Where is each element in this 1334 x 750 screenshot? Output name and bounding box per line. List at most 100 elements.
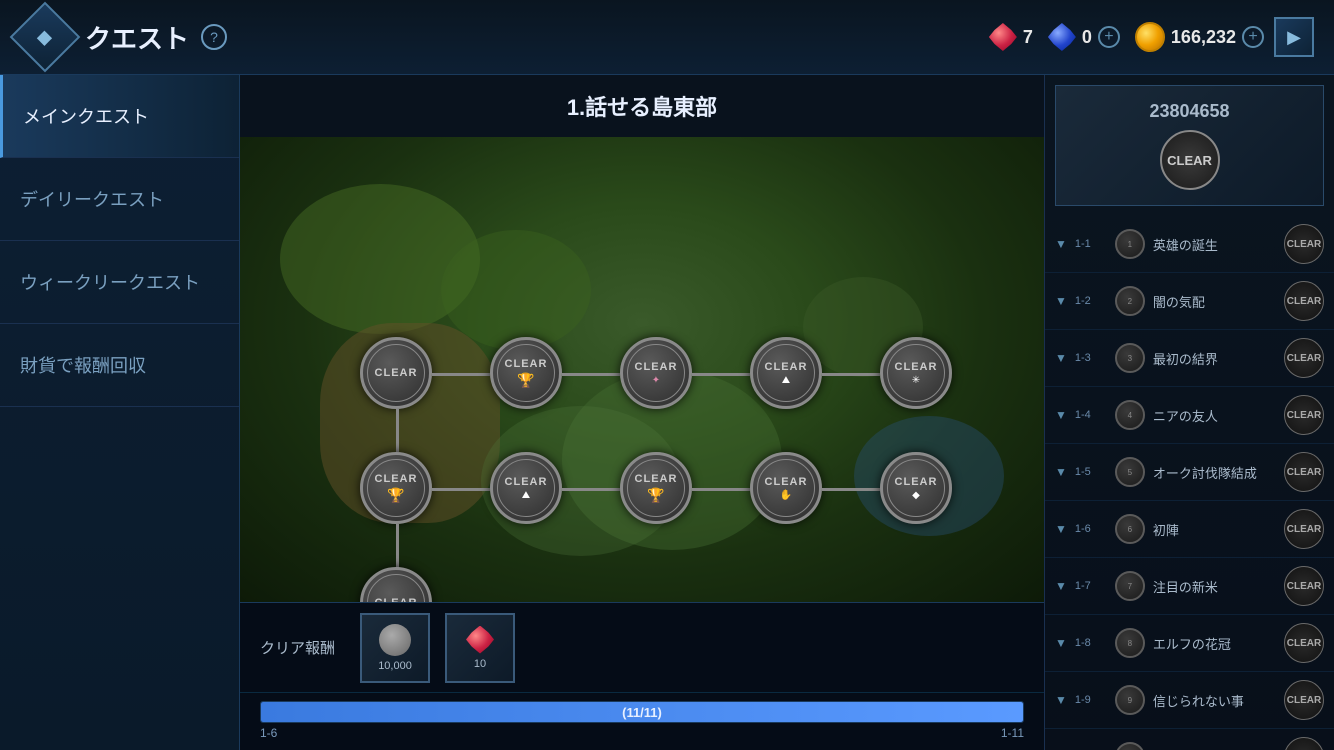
quest-node-icon: 7 xyxy=(1115,571,1145,601)
quest-node-icon: 9 xyxy=(1115,685,1145,715)
node-8[interactable]: CLEAR 🏆 xyxy=(620,452,692,524)
connector-7-8 xyxy=(562,488,620,491)
help-button[interactable]: ? xyxy=(201,24,227,50)
quest-num: 1-4 xyxy=(1075,409,1107,421)
sidebar-item-daily[interactable]: デイリークエスト xyxy=(0,158,239,241)
quest-node-icon: 2 xyxy=(1115,286,1145,316)
node-5[interactable]: CLEAR ✳ xyxy=(880,337,952,409)
quest-row[interactable]: ▼ 1-3 3 最初の結界 CLEAR xyxy=(1045,330,1334,387)
quest-node-icon: 5 xyxy=(1115,457,1145,487)
node-9[interactable]: CLEAR ✋ xyxy=(750,452,822,524)
featured-quest-id: 23804658 xyxy=(1149,101,1229,122)
add-gold-button[interactable]: + xyxy=(1242,26,1264,48)
quest-row[interactable]: ▼ 1-9 9 信じられない事 CLEAR xyxy=(1045,672,1334,729)
stone-count: 10,000 xyxy=(378,660,412,672)
quest-num: 1-7 xyxy=(1075,580,1107,592)
featured-clear-badge: CLEAR xyxy=(1160,130,1220,190)
connector-2-3 xyxy=(562,373,620,376)
quest-num: 1-9 xyxy=(1075,694,1107,706)
back-icon: ◆ xyxy=(37,24,52,49)
featured-quest[interactable]: 23804658 CLEAR xyxy=(1055,85,1324,206)
quest-num: 1-2 xyxy=(1075,295,1107,307)
quest-arrow: ▼ xyxy=(1055,636,1067,650)
quest-clear-badge: CLEAR xyxy=(1284,509,1324,549)
quest-row[interactable]: ▼ 1-6 6 初陣 CLEAR xyxy=(1045,501,1334,558)
gold-item: 166,232 + xyxy=(1135,22,1264,52)
connector-8-9 xyxy=(692,488,750,491)
reward-gem-icon xyxy=(466,626,494,654)
quest-node-icon: 4 xyxy=(1115,400,1145,430)
sidebar-item-currency[interactable]: 財貨で報酬回収 xyxy=(0,324,239,407)
connector-9-10 xyxy=(822,488,880,491)
sidebar-item-weekly[interactable]: ウィークリークエスト xyxy=(0,241,239,324)
header: ◆ クエスト ? 7 0 + 166,232 + ▶ xyxy=(0,0,1334,75)
quest-num: 1-1 xyxy=(1075,238,1107,250)
node-7[interactable]: CLEAR ⛰ xyxy=(490,452,562,524)
quest-arrow: ▼ xyxy=(1055,522,1067,536)
gold-icon xyxy=(1135,22,1165,52)
quest-node-icon: 6 xyxy=(1115,514,1145,544)
node-6[interactable]: CLEAR 🏆 xyxy=(360,452,432,524)
quest-name: 初陣 xyxy=(1153,520,1276,539)
progress-bar-bg: (11/11) xyxy=(260,701,1024,723)
currency-bar: 7 0 + 166,232 + xyxy=(989,22,1264,52)
quest-clear-badge: CLEAR xyxy=(1284,737,1324,750)
blue-gem-item: 0 + xyxy=(1048,23,1120,51)
red-gem-icon xyxy=(989,23,1017,51)
node-3[interactable]: CLEAR ✦ xyxy=(620,337,692,409)
quest-clear-badge: CLEAR xyxy=(1284,338,1324,378)
quest-num: 1-8 xyxy=(1075,637,1107,649)
reward-label: クリア報酬 xyxy=(260,637,335,658)
quest-clear-badge: CLEAR xyxy=(1284,680,1324,720)
quest-row[interactable]: ▼ 1-2 2 闇の気配 CLEAR xyxy=(1045,273,1334,330)
quest-list: ▼ 1-1 1 英雄の誕生 CLEAR ▼ 1-2 2 闇の気配 CLEAR ▼… xyxy=(1045,216,1334,750)
quest-name: ニアの友人 xyxy=(1153,406,1276,425)
quest-clear-badge: CLEAR xyxy=(1284,452,1324,492)
quest-arrow: ▼ xyxy=(1055,294,1067,308)
quest-name: 英雄の誕生 xyxy=(1153,235,1276,254)
progress-start: 1-6 xyxy=(260,726,277,740)
node-10[interactable]: CLEAR ◆ xyxy=(880,452,952,524)
quest-row[interactable]: ▼ 1-8 8 エルフの花冠 CLEAR xyxy=(1045,615,1334,672)
quest-row[interactable]: ▼ 1-5 5 オーク討伐隊結成 CLEAR xyxy=(1045,444,1334,501)
right-panel: 23804658 CLEAR ▼ 1-1 1 英雄の誕生 CLEAR ▼ 1-2… xyxy=(1044,75,1334,750)
quest-node-icon: 1 xyxy=(1115,229,1145,259)
exit-button[interactable]: ▶ xyxy=(1274,17,1314,57)
quest-node-icon: 10 xyxy=(1115,742,1145,750)
blue-gem-icon xyxy=(1048,23,1076,51)
quest-name: オーク討伐隊結成 xyxy=(1153,463,1276,482)
stone-icon xyxy=(379,624,411,656)
sidebar: メインクエスト デイリークエスト ウィークリークエスト 財貨で報酬回収 xyxy=(0,75,240,750)
connector-3-4 xyxy=(692,373,750,376)
quest-row[interactable]: ▼ 1-10 10 2つ目の結界 CLEAR xyxy=(1045,729,1334,750)
connector-6-7 xyxy=(432,488,490,491)
quest-row[interactable]: ▼ 1-7 7 注目の新米 CLEAR xyxy=(1045,558,1334,615)
connector-1-6 xyxy=(396,409,399,452)
sidebar-item-main[interactable]: メインクエスト xyxy=(0,75,239,158)
red-gem-value: 7 xyxy=(1023,27,1033,48)
add-blue-gem-button[interactable]: + xyxy=(1098,26,1120,48)
progress-section: (11/11) 1-6 1-11 xyxy=(240,692,1044,750)
quest-name: 最初の結界 xyxy=(1153,349,1276,368)
main-content: 1.話せる島東部 CLEAR CLEAR 🏆 xyxy=(240,75,1044,750)
progress-labels: 1-6 1-11 xyxy=(260,726,1024,740)
node-4[interactable]: CLEAR ⛰ xyxy=(750,337,822,409)
progress-text: (11/11) xyxy=(261,702,1023,722)
node-11[interactable]: CLEAR xyxy=(360,567,432,602)
back-button[interactable]: ◆ xyxy=(10,2,81,73)
reward-bar: クリア報酬 10,000 10 xyxy=(240,602,1044,692)
quest-clear-badge: CLEAR xyxy=(1284,395,1324,435)
quest-node-icon: 8 xyxy=(1115,628,1145,658)
map-area: CLEAR CLEAR 🏆 CLEAR ✦ CLEAR xyxy=(240,137,1044,602)
quest-arrow: ▼ xyxy=(1055,465,1067,479)
quest-row[interactable]: ▼ 1-4 4 ニアの友人 CLEAR xyxy=(1045,387,1334,444)
quest-row[interactable]: ▼ 1-1 1 英雄の誕生 CLEAR xyxy=(1045,216,1334,273)
quest-clear-badge: CLEAR xyxy=(1284,224,1324,264)
quest-name: 闇の気配 xyxy=(1153,292,1276,311)
progress-end: 1-11 xyxy=(1001,726,1024,740)
gold-value: 166,232 xyxy=(1171,27,1236,48)
node-2[interactable]: CLEAR 🏆 xyxy=(490,337,562,409)
node-1[interactable]: CLEAR xyxy=(360,337,432,409)
quest-arrow: ▼ xyxy=(1055,237,1067,251)
gem-count: 10 xyxy=(474,658,486,670)
